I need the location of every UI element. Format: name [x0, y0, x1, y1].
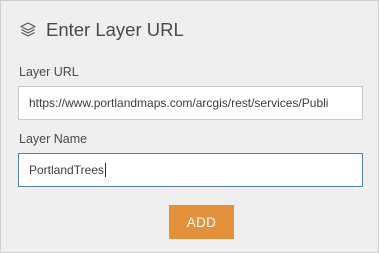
add-button[interactable]: ADD: [169, 205, 234, 239]
layer-name-label: Layer Name: [19, 132, 88, 146]
layer-url-input[interactable]: https://www.portlandmaps.com/arcgis/rest…: [18, 86, 363, 120]
enter-layer-url-panel: Enter Layer URL Layer URL https://www.po…: [0, 0, 379, 253]
layer-name-value: PortlandTrees: [29, 163, 104, 177]
panel-header: Enter Layer URL: [19, 17, 184, 43]
layer-url-label: Layer URL: [19, 65, 79, 79]
layer-name-input[interactable]: PortlandTrees: [18, 153, 363, 187]
panel-title: Enter Layer URL: [46, 19, 184, 40]
text-caret: [104, 163, 106, 177]
layer-url-value: https://www.portlandmaps.com/arcgis/rest…: [29, 96, 329, 110]
layers-icon: [19, 21, 37, 39]
